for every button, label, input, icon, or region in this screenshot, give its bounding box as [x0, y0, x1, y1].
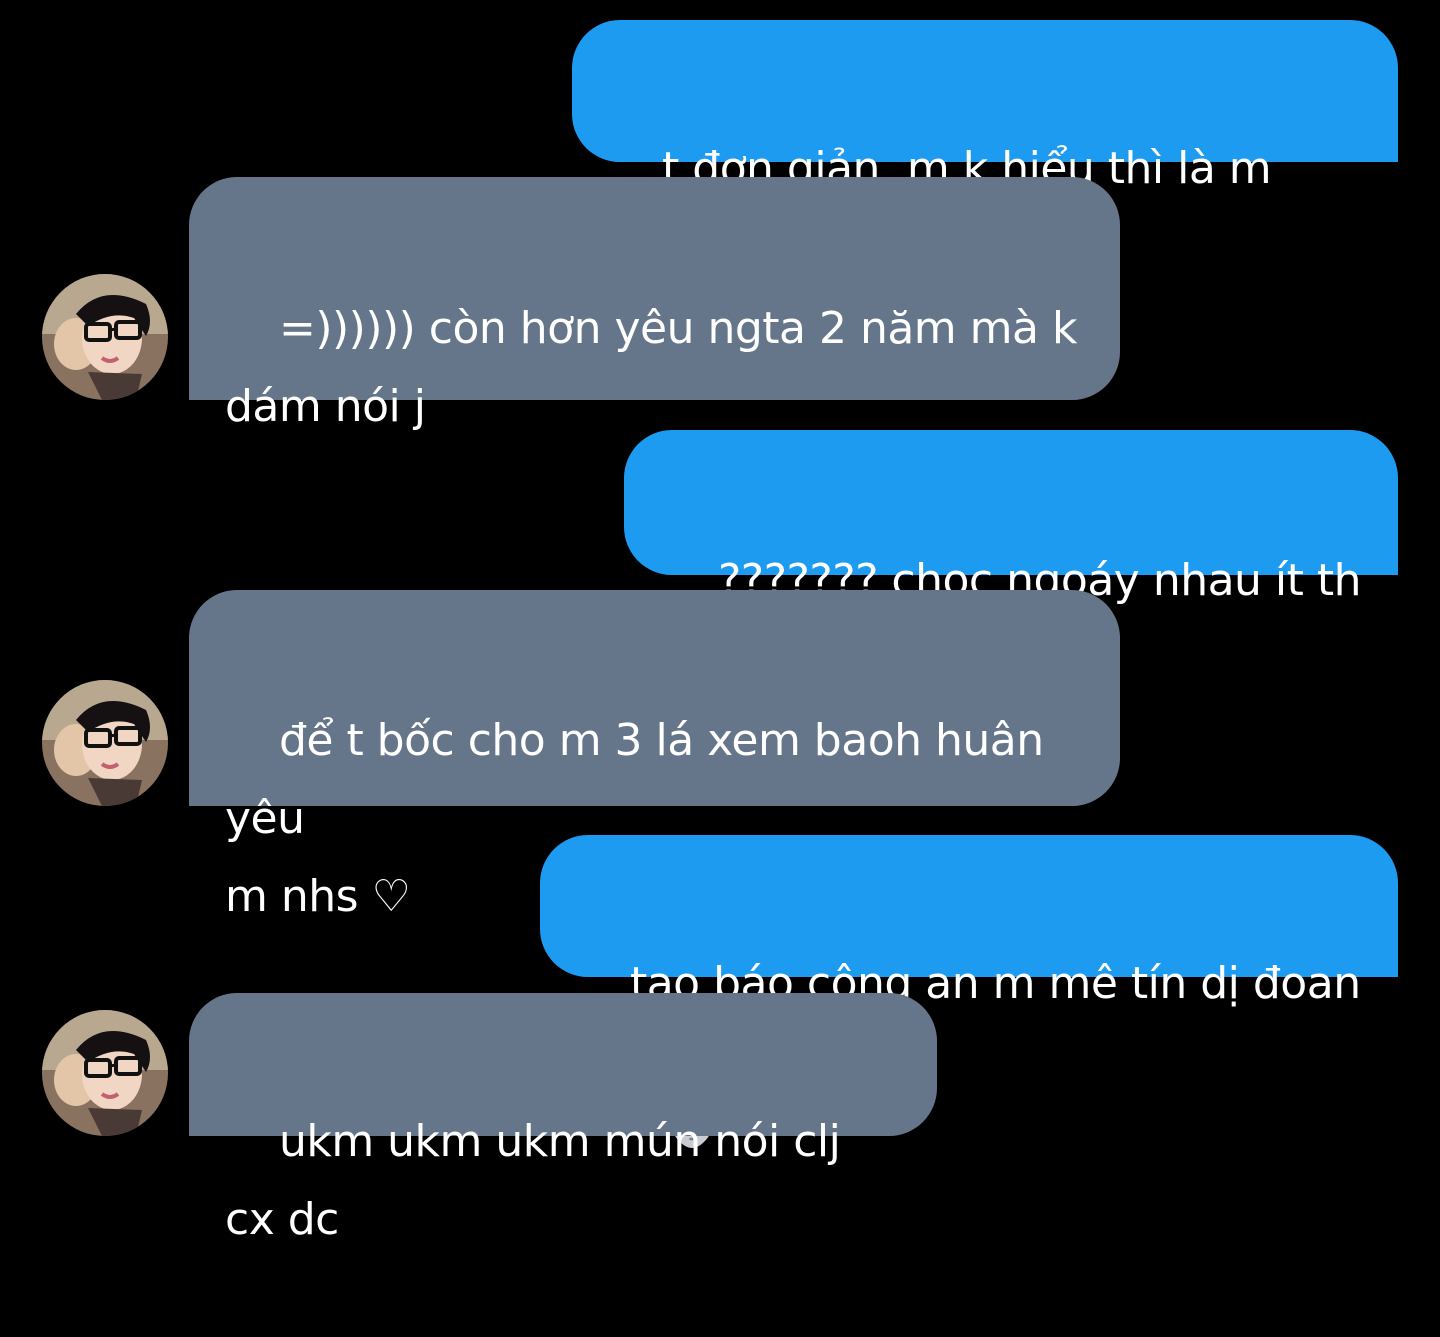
contact-avatar[interactable]	[42, 680, 168, 806]
outgoing-message[interactable]: tao báo công an m mê tín dị đoan	[540, 835, 1398, 1148]
contact-avatar[interactable]	[42, 274, 168, 400]
incoming-message[interactable]: ukm ukm ukm mún nói clj cx dc	[189, 993, 937, 1245]
incoming-message[interactable]: =)))))) còn hơn yêu ngta 2 năm mà k dám …	[189, 177, 1120, 432]
outgoing-message[interactable]: ??????? chọc ngoáy nhau ít th b	[624, 430, 1398, 684]
incoming-message[interactable]: để t bốc cho m 3 lá xem baoh huân yêu m …	[189, 590, 1120, 922]
contact-avatar[interactable]	[42, 1010, 168, 1136]
outgoing-message[interactable]: t đơn giản, m k hiểu thì là m ngu	[572, 20, 1398, 349]
message-text: =)))))) còn hơn yêu ngta 2 năm mà k dám …	[225, 303, 1077, 432]
chat-thread[interactable]: t đơn giản, m k hiểu thì là m ngu	[0, 0, 1440, 1245]
message-text: ukm ukm ukm mún nói clj cx dc	[225, 1116, 854, 1245]
